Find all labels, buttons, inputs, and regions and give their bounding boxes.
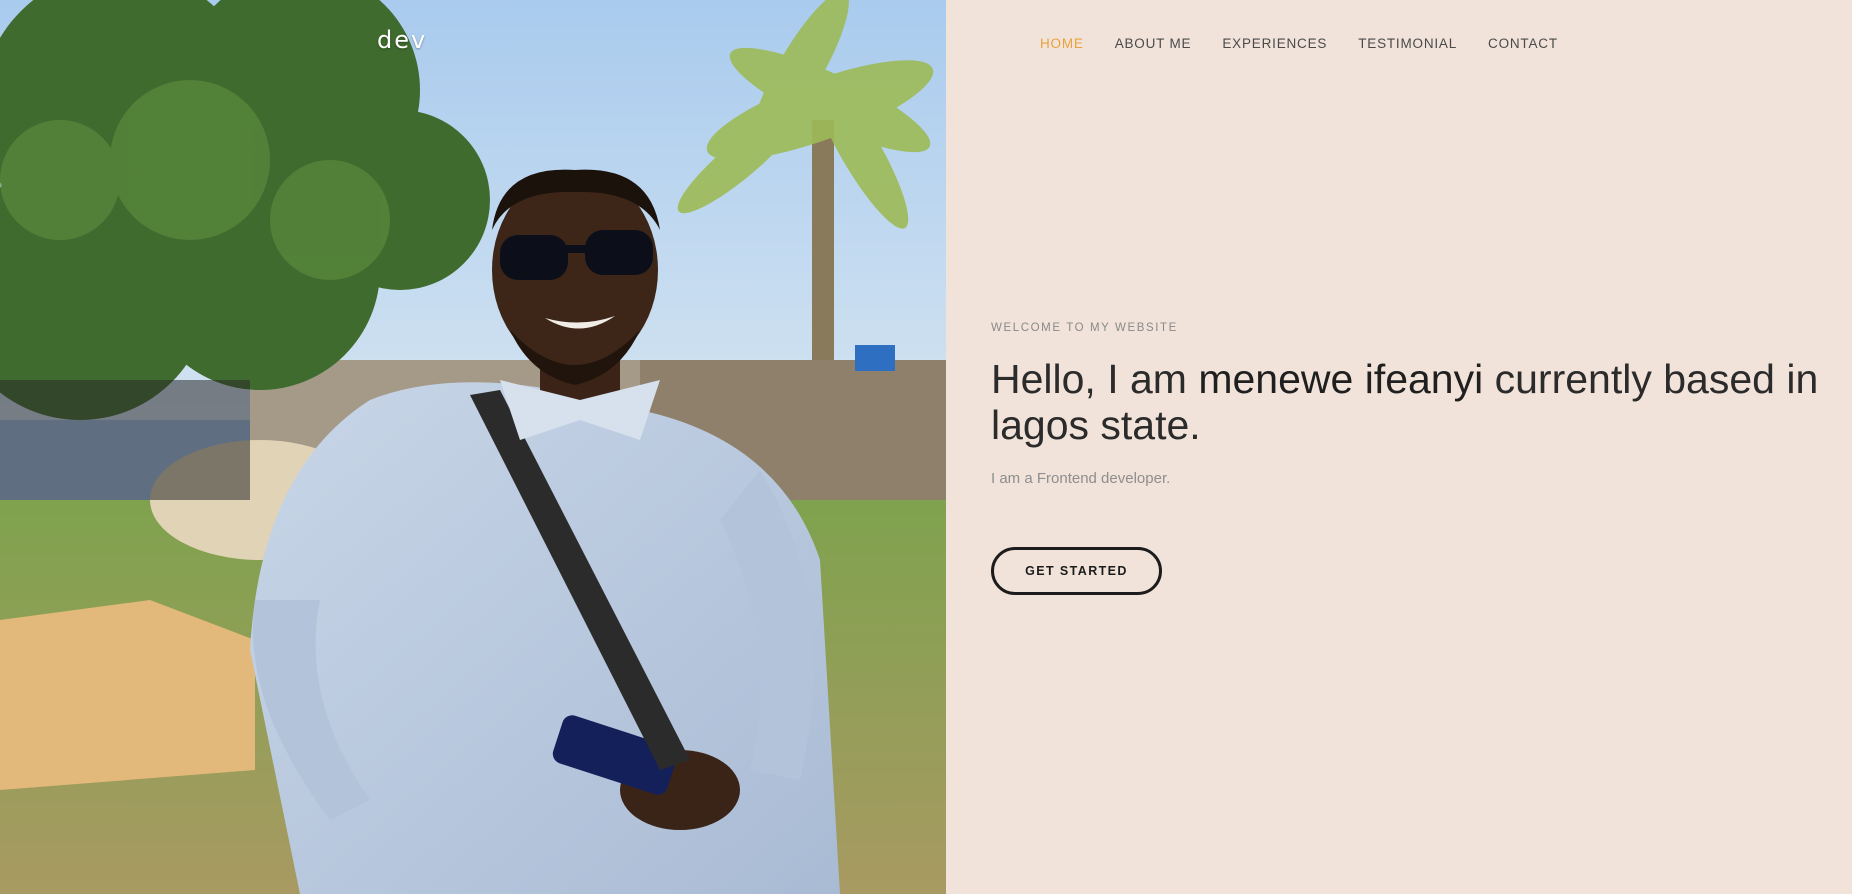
get-started-button[interactable]: GET STARTED	[991, 547, 1162, 595]
site-logo[interactable]: dev	[377, 26, 427, 54]
profile-photo	[0, 0, 946, 894]
nav-item-home[interactable]: HOME	[1040, 36, 1084, 51]
main-nav: HOME ABOUT ME EXPERIENCES TESTIMONIAL CO…	[1040, 36, 1558, 51]
page: dev HOME ABOUT ME EXPERIENCES TESTIMONIA…	[0, 0, 1852, 894]
nav-item-contact[interactable]: CONTACT	[1488, 36, 1558, 51]
nav-item-experiences[interactable]: EXPERIENCES	[1222, 36, 1327, 51]
welcome-eyebrow: WELCOME TO MY WEBSITE	[991, 322, 1178, 334]
hero-subtitle: I am a Frontend developer.	[991, 470, 1171, 487]
nav-item-testimonial[interactable]: TESTIMONIAL	[1358, 36, 1457, 51]
headline-prefix: Hello, I am	[991, 356, 1199, 402]
nav-item-about-me[interactable]: ABOUT ME	[1115, 36, 1192, 51]
hero-section: WELCOME TO MY WEBSITE Hello, I am menewe…	[991, 322, 1852, 487]
hero-headline: Hello, I am menewe ifeanyi currently bas…	[991, 356, 1852, 448]
headline-name: menewe ifeanyi	[1198, 356, 1484, 402]
